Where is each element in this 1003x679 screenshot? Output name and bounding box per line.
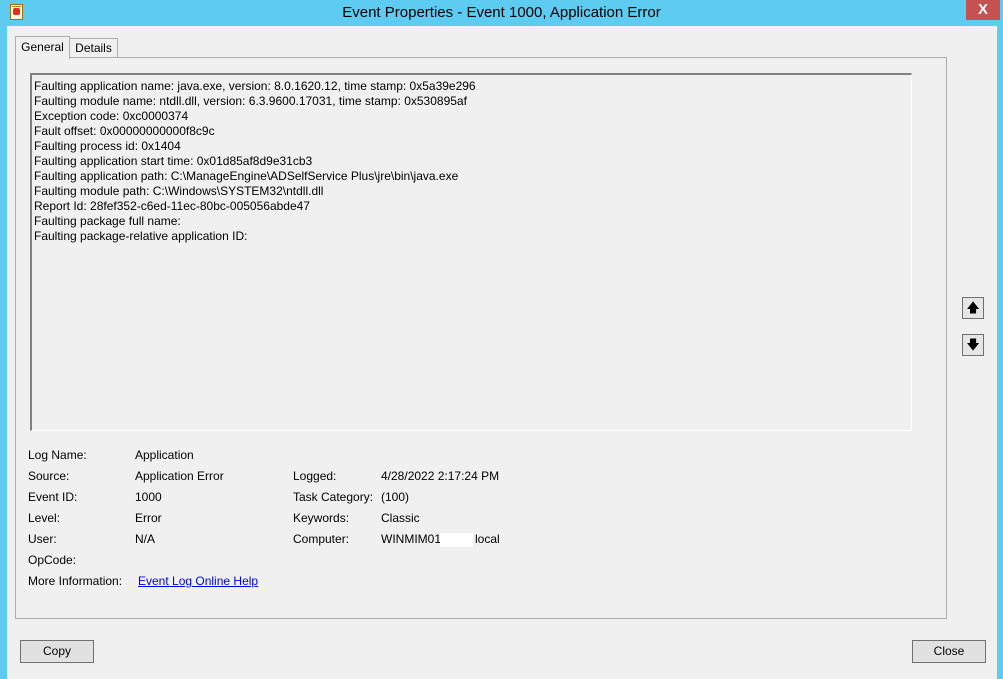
arrow-down-icon: 🡇 <box>966 337 980 352</box>
computer-label: Computer: <box>293 532 350 546</box>
previous-event-button[interactable]: 🡅 <box>962 297 984 319</box>
computer-value-prefix: WINMIM01. <box>381 532 445 546</box>
description-line: Faulting module path: C:\Windows\SYSTEM3… <box>34 184 324 198</box>
event-id-label: Event ID: <box>28 490 78 504</box>
level-value: Error <box>135 511 162 525</box>
window-frame-right <box>997 26 1003 679</box>
more-information-label: More Information: <box>28 574 123 588</box>
event-description-box[interactable]: Faulting application name: java.exe, ver… <box>30 73 912 431</box>
source-value: Application Error <box>135 469 224 483</box>
logged-label: Logged: <box>293 469 337 483</box>
close-button[interactable]: Close <box>912 640 986 663</box>
copy-button[interactable]: Copy <box>20 640 94 663</box>
description-line: Faulting package full name: <box>34 214 181 228</box>
log-name-value: Application <box>135 448 194 462</box>
logged-value: 4/28/2022 2:17:24 PM <box>381 469 500 483</box>
keywords-value: Classic <box>381 511 420 525</box>
opcode-label: OpCode: <box>28 553 77 567</box>
task-category-value: (100) <box>381 490 410 504</box>
description-line: Faulting process id: 0x1404 <box>34 139 181 153</box>
user-label: User: <box>28 532 57 546</box>
window-frame-left <box>0 26 7 679</box>
redaction-mark <box>440 533 473 547</box>
next-event-button[interactable]: 🡇 <box>962 334 984 356</box>
task-category-label: Task Category: <box>293 490 374 504</box>
description-line: Faulting module name: ntdll.dll, version… <box>34 94 467 108</box>
description-line: Report Id: 28fef352-c6ed-11ec-80bc-00505… <box>34 199 310 213</box>
description-line: Faulting application path: C:\ManageEngi… <box>34 169 459 183</box>
window-title: Event Properties - Event 1000, Applicati… <box>342 4 661 21</box>
description-line: Faulting application name: java.exe, ver… <box>34 79 476 93</box>
computer-value-suffix: local <box>475 532 500 546</box>
description-line: Exception code: 0xc0000374 <box>34 109 189 123</box>
description-line: Faulting package-relative application ID… <box>34 229 248 243</box>
tab-details[interactable]: Details <box>69 38 118 59</box>
description-line: Faulting application start time: 0x01d85… <box>34 154 313 168</box>
event-id-value: 1000 <box>135 490 162 504</box>
arrow-up-icon: 🡅 <box>966 300 980 315</box>
event-log-online-help-link[interactable]: Event Log Online Help <box>138 574 258 588</box>
source-label: Source: <box>28 469 70 483</box>
level-label: Level: <box>28 511 61 525</box>
close-window-button[interactable]: X <box>966 0 1000 20</box>
title-bar: Event Properties - Event 1000, Applicati… <box>0 0 1003 26</box>
tab-general[interactable]: General <box>15 36 70 59</box>
description-line: Fault offset: 0x00000000000f8c9c <box>34 124 215 138</box>
keywords-label: Keywords: <box>293 511 350 525</box>
log-name-label: Log Name: <box>28 448 87 462</box>
user-value: N/A <box>135 532 156 546</box>
